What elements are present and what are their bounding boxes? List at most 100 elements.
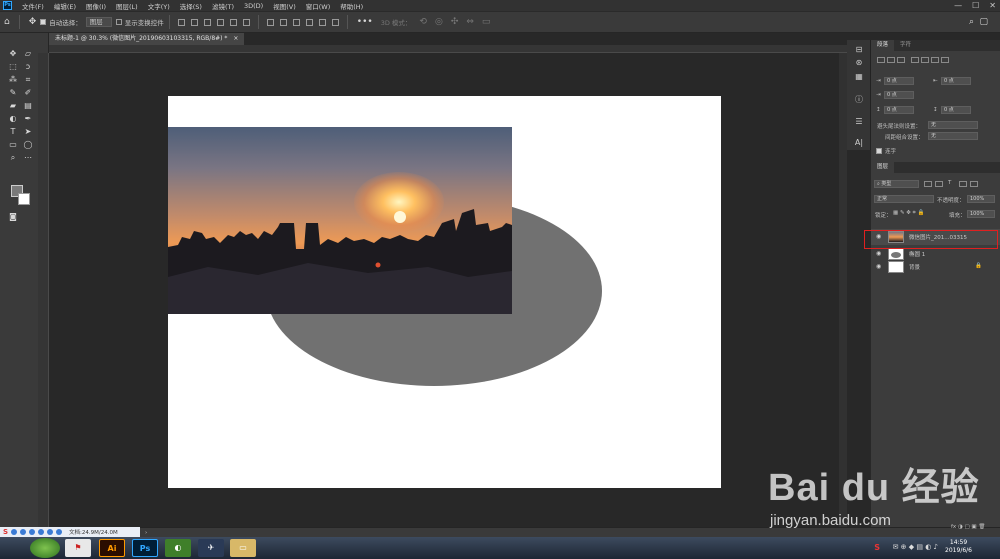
ellipse-tool-icon[interactable]: ◯ [22,139,34,151]
ime-skin-icon[interactable] [47,529,54,535]
filter-smart-icon[interactable] [970,181,978,187]
distribute-left-icon[interactable] [305,18,313,26]
tab-layers[interactable]: 图层 [871,162,895,173]
minimize-button[interactable]: — [954,0,962,11]
filter-pixel-icon[interactable] [924,181,932,187]
distribute-bottom-icon[interactable] [292,18,300,26]
align-left-text-icon[interactable] [877,57,885,63]
tab-close-icon[interactable]: × [233,35,238,42]
eraser-tool-icon[interactable]: ▰ [7,100,19,112]
path-select-tool-icon[interactable]: ➤ [22,126,34,138]
align-right-icon[interactable] [242,18,250,26]
tray-icons[interactable]: ✉ ⊕ ◆ ▤ ◐ ♪ [893,543,938,551]
background-color-swatch[interactable] [18,193,30,205]
filter-shape-icon[interactable] [959,181,967,187]
lock-icons[interactable]: ▦ ✎ ✥ ⌗ 🔒 [893,210,924,217]
browser-app-icon[interactable]: ◐ [165,539,191,557]
first-line-indent-field[interactable]: 0 点 [884,91,914,99]
align-top-icon[interactable] [177,18,185,26]
info-icon[interactable]: ⓘ [853,94,865,106]
ime-voice-icon[interactable] [29,529,36,535]
marquee-tool-icon[interactable]: ⬚ [7,61,19,73]
more-tools-icon[interactable]: ⋯ [22,152,34,164]
ime-mode-icon[interactable] [11,529,18,535]
pdf-app-icon[interactable]: ⚑ [65,539,91,557]
character-icon[interactable]: A| [853,137,865,149]
eyedropper-tool-icon[interactable]: ✎ [7,87,19,99]
opacity-field[interactable]: 100% [967,195,995,203]
lasso-tool-icon[interactable]: ↄ [22,61,34,73]
pen-tool-icon[interactable]: ✒ [22,113,34,125]
indent-right-field[interactable]: 0 点 [941,77,971,85]
menu-select[interactable]: 选择(S) [175,1,207,11]
distribute-right-icon[interactable] [331,18,339,26]
space-before-field[interactable]: 0 点 [884,106,914,114]
menu-file[interactable]: 文件(F) [17,1,49,11]
document-tab[interactable]: 未标题-1 @ 30.3% (微信图片_20190603103315, RGB/… [49,33,245,45]
layer-filter-select[interactable]: ⌕ 类型 [874,180,919,188]
tab-character[interactable]: 字符 [894,40,917,51]
3d-panel-icon[interactable]: ⊛ [853,57,865,69]
visibility-eye-icon[interactable]: ◉ [876,263,881,270]
gradient-tool-icon[interactable]: ▤ [22,100,34,112]
spacing-setting-select[interactable]: 无 [928,132,978,140]
show-transform-checkbox[interactable] [115,19,122,25]
menu-help[interactable]: 帮助(H) [335,1,368,11]
hyphen-setting-select[interactable]: 无 [928,121,978,129]
move-tool-icon[interactable]: ✥ [29,17,37,27]
tray-clock[interactable]: 14:59 2019/6/6 [945,539,972,555]
swatches-icon[interactable]: ▦ [853,71,865,83]
justify-all-icon[interactable] [941,57,949,63]
filter-adjust-icon[interactable] [935,181,943,187]
shape-tool-icon[interactable]: ▭ [7,139,19,151]
sunset-photo-layer[interactable] [168,127,512,314]
justify-right-icon[interactable] [931,57,939,63]
layer-row-background[interactable]: ◉ 背景 🔒 [871,259,1000,275]
ime-punct-icon[interactable] [20,529,27,535]
tab-paragraph[interactable]: 段落 [871,40,895,51]
more-options-button[interactable]: ••• [357,17,373,27]
menu-layer[interactable]: 图层(L) [111,1,143,11]
home-icon[interactable]: ⌂ [4,17,10,27]
fill-field[interactable]: 100% [967,210,995,218]
align-right-text-icon[interactable] [897,57,905,63]
3d-scale-icon[interactable]: ▭ [482,17,491,27]
filter-type-icon[interactable]: T [948,180,951,186]
menu-filter[interactable]: 滤镜(T) [207,1,239,11]
align-bottom-icon[interactable] [203,18,211,26]
menu-type[interactable]: 文字(Y) [143,1,175,11]
adjustments-icon[interactable]: ☰ [853,116,865,128]
sogou-icon[interactable]: S [3,528,8,536]
blend-mode-select[interactable]: 正常 [874,195,934,203]
3d-drag-icon[interactable]: ✣ [451,17,459,27]
artboard-tool-icon[interactable]: ▱ [22,48,34,60]
menu-edit[interactable]: 编辑(E) [49,1,81,11]
indent-left-field[interactable]: 0 点 [884,77,914,85]
close-button[interactable]: ✕ [989,0,996,11]
3d-slide-icon[interactable]: ⇔ [466,17,474,27]
ime-tools-icon[interactable] [56,529,63,535]
zoom-tool-icon[interactable]: ⌕ [7,152,19,164]
dodge-tool-icon[interactable]: ◐ [7,113,19,125]
justify-left-icon[interactable] [911,57,919,63]
quick-mask-icon[interactable]: ◙ [7,211,19,223]
crop-tool-icon[interactable]: ⌗ [22,74,34,86]
3d-rotate-icon[interactable]: ⟲ [419,17,427,27]
space-after-field[interactable]: 0 点 [941,106,971,114]
align-center-icon[interactable] [229,18,237,26]
auto-select-dropdown[interactable]: 图层 [85,17,112,27]
illustrator-app-icon[interactable]: Ai [99,539,125,557]
menu-window[interactable]: 窗口(W) [301,1,336,11]
menu-view[interactable]: 视图(V) [268,1,301,11]
search-icon[interactable]: ⌕ [969,17,974,27]
visibility-eye-icon[interactable]: ◉ [876,250,881,257]
hyphenate-checkbox[interactable] [876,148,882,154]
history-icon[interactable]: ⊟ [853,44,865,56]
type-tool-icon[interactable]: T [7,126,19,138]
distribute-center-icon[interactable] [318,18,326,26]
explorer-app-icon[interactable]: ▭ [230,539,256,557]
menu-image[interactable]: 图像(I) [81,1,111,11]
maximize-button[interactable]: ☐ [972,0,979,11]
quick-select-tool-icon[interactable]: ⁂ [7,74,19,86]
align-left-icon[interactable] [216,18,224,26]
